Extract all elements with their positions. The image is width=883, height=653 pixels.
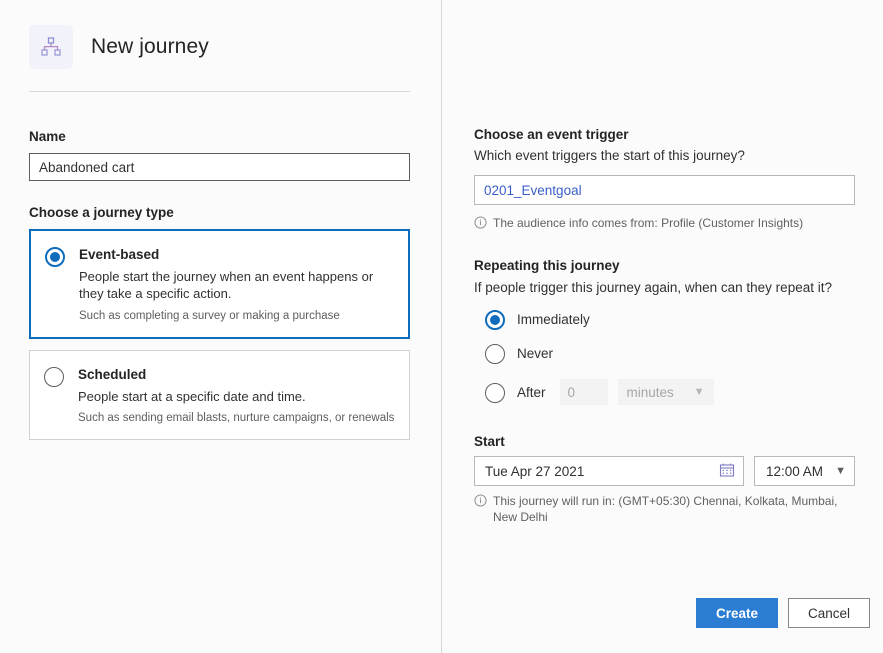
after-amount-input[interactable] bbox=[559, 379, 608, 405]
journey-type-option-scheduled[interactable]: Scheduled People start at a specific dat… bbox=[29, 350, 410, 440]
calendar-icon[interactable] bbox=[719, 462, 735, 481]
start-date-value: Tue Apr 27 2021 bbox=[485, 463, 585, 479]
option-body: Event-based People start the journey whe… bbox=[79, 246, 389, 322]
repeating-subheading: If people trigger this journey again, wh… bbox=[474, 280, 832, 295]
option-body: Scheduled People start at a specific dat… bbox=[78, 366, 394, 424]
repeating-heading: Repeating this journey bbox=[474, 258, 620, 273]
event-trigger-input[interactable] bbox=[474, 175, 855, 205]
option-hint: Such as sending email blasts, nurture ca… bbox=[78, 412, 395, 424]
start-heading: Start bbox=[474, 434, 505, 449]
after-unit-value: minutes bbox=[626, 384, 674, 400]
repeat-option-label: Immediately bbox=[517, 312, 590, 327]
radio-immediately[interactable] bbox=[485, 310, 505, 330]
info-icon bbox=[474, 494, 487, 511]
option-hint: Such as completing a survey or making a … bbox=[79, 310, 340, 322]
journey-type-label: Choose a journey type bbox=[29, 205, 174, 220]
start-time-value: 12:00 AM bbox=[766, 463, 824, 479]
create-button[interactable]: Create bbox=[696, 598, 778, 628]
after-unit-select[interactable]: minutes ▼ bbox=[617, 379, 714, 405]
repeat-option-label: After bbox=[517, 384, 546, 400]
right-panel: Choose an event trigger Which event trig… bbox=[442, 0, 883, 653]
left-panel: New journey Name Choose a journey type E… bbox=[0, 0, 441, 653]
dialog-footer: Create Cancel bbox=[696, 598, 870, 628]
repeat-option-after[interactable]: After minutes ▼ bbox=[485, 379, 714, 405]
audience-info-text: The audience info comes from: Profile (C… bbox=[493, 216, 804, 230]
hierarchy-icon bbox=[29, 25, 73, 69]
radio-event-based[interactable] bbox=[45, 247, 65, 267]
audience-info-note: The audience info comes from: Profile (C… bbox=[474, 215, 874, 233]
option-title: Event-based bbox=[79, 247, 160, 262]
radio-scheduled[interactable] bbox=[44, 367, 64, 387]
timezone-note-text: This journey will run in: (GMT+05:30) Ch… bbox=[493, 494, 838, 524]
info-icon bbox=[474, 216, 487, 233]
event-trigger-heading: Choose an event trigger bbox=[474, 127, 629, 142]
start-time-select[interactable]: 12:00 AM ▼ bbox=[754, 456, 855, 486]
repeat-option-immediately[interactable]: Immediately bbox=[485, 309, 590, 330]
radio-after[interactable] bbox=[485, 382, 505, 403]
event-trigger-subheading: Which event triggers the start of this j… bbox=[474, 148, 745, 163]
option-description: People start at a specific date and time… bbox=[78, 389, 306, 404]
start-date-input[interactable]: Tue Apr 27 2021 bbox=[474, 456, 744, 486]
option-description: People start the journey when an event h… bbox=[79, 269, 374, 301]
chevron-down-icon: ▼ bbox=[693, 385, 705, 398]
option-title: Scheduled bbox=[78, 367, 147, 382]
repeat-option-label: Never bbox=[517, 346, 554, 361]
header-divider bbox=[29, 91, 410, 92]
journey-type-option-event-based[interactable]: Event-based People start the journey whe… bbox=[29, 229, 410, 339]
repeat-option-never[interactable]: Never bbox=[485, 343, 553, 364]
page-title: New journey bbox=[91, 35, 209, 58]
cancel-button[interactable]: Cancel bbox=[788, 598, 870, 628]
new-journey-dialog: New journey Name Choose a journey type E… bbox=[0, 0, 883, 653]
dialog-header: New journey bbox=[29, 25, 209, 69]
name-input[interactable] bbox=[29, 153, 410, 181]
name-label: Name bbox=[29, 129, 66, 144]
radio-never[interactable] bbox=[485, 344, 505, 364]
chevron-down-icon: ▼ bbox=[835, 464, 846, 477]
timezone-note: This journey will run in: (GMT+05:30) Ch… bbox=[474, 493, 839, 525]
